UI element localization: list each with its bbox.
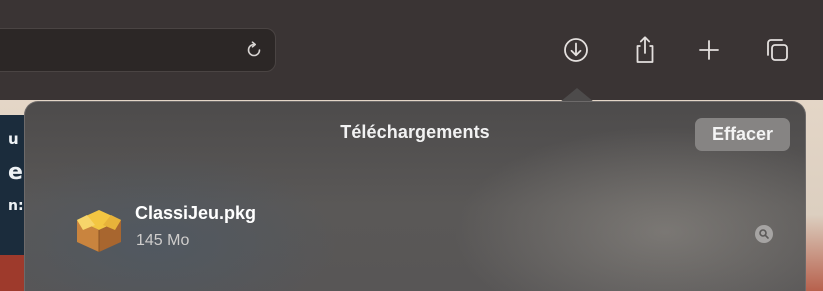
reload-icon[interactable] <box>243 39 265 61</box>
popover-arrow <box>560 88 594 102</box>
popover-title: Téléchargements <box>340 122 490 142</box>
share-icon[interactable] <box>630 34 660 66</box>
file-name: ClassiJeu.pkg <box>135 203 257 223</box>
clear-button[interactable]: Effacer <box>695 118 790 151</box>
address-bar[interactable] <box>0 28 276 72</box>
page-text-fragment: n: <box>8 198 24 214</box>
magnifier-icon <box>759 229 769 239</box>
page-text-fragment: u <box>8 130 19 148</box>
download-item[interactable]: ClassiJeu.pkg 145 Mo <box>73 200 783 256</box>
plus-icon[interactable] <box>694 34 724 66</box>
tabs-icon[interactable] <box>762 34 792 66</box>
downloads-popover: Téléchargements Effacer ClassiJeu.pkg 14… <box>24 101 806 291</box>
package-icon <box>77 210 121 252</box>
browser-toolbar <box>0 0 823 100</box>
file-size: 145 Mo <box>136 232 190 249</box>
web-page-decoration <box>0 255 26 291</box>
page-text-fragment: e <box>8 160 23 185</box>
downloads-icon[interactable] <box>561 34 591 66</box>
show-in-finder-button[interactable] <box>755 225 773 243</box>
